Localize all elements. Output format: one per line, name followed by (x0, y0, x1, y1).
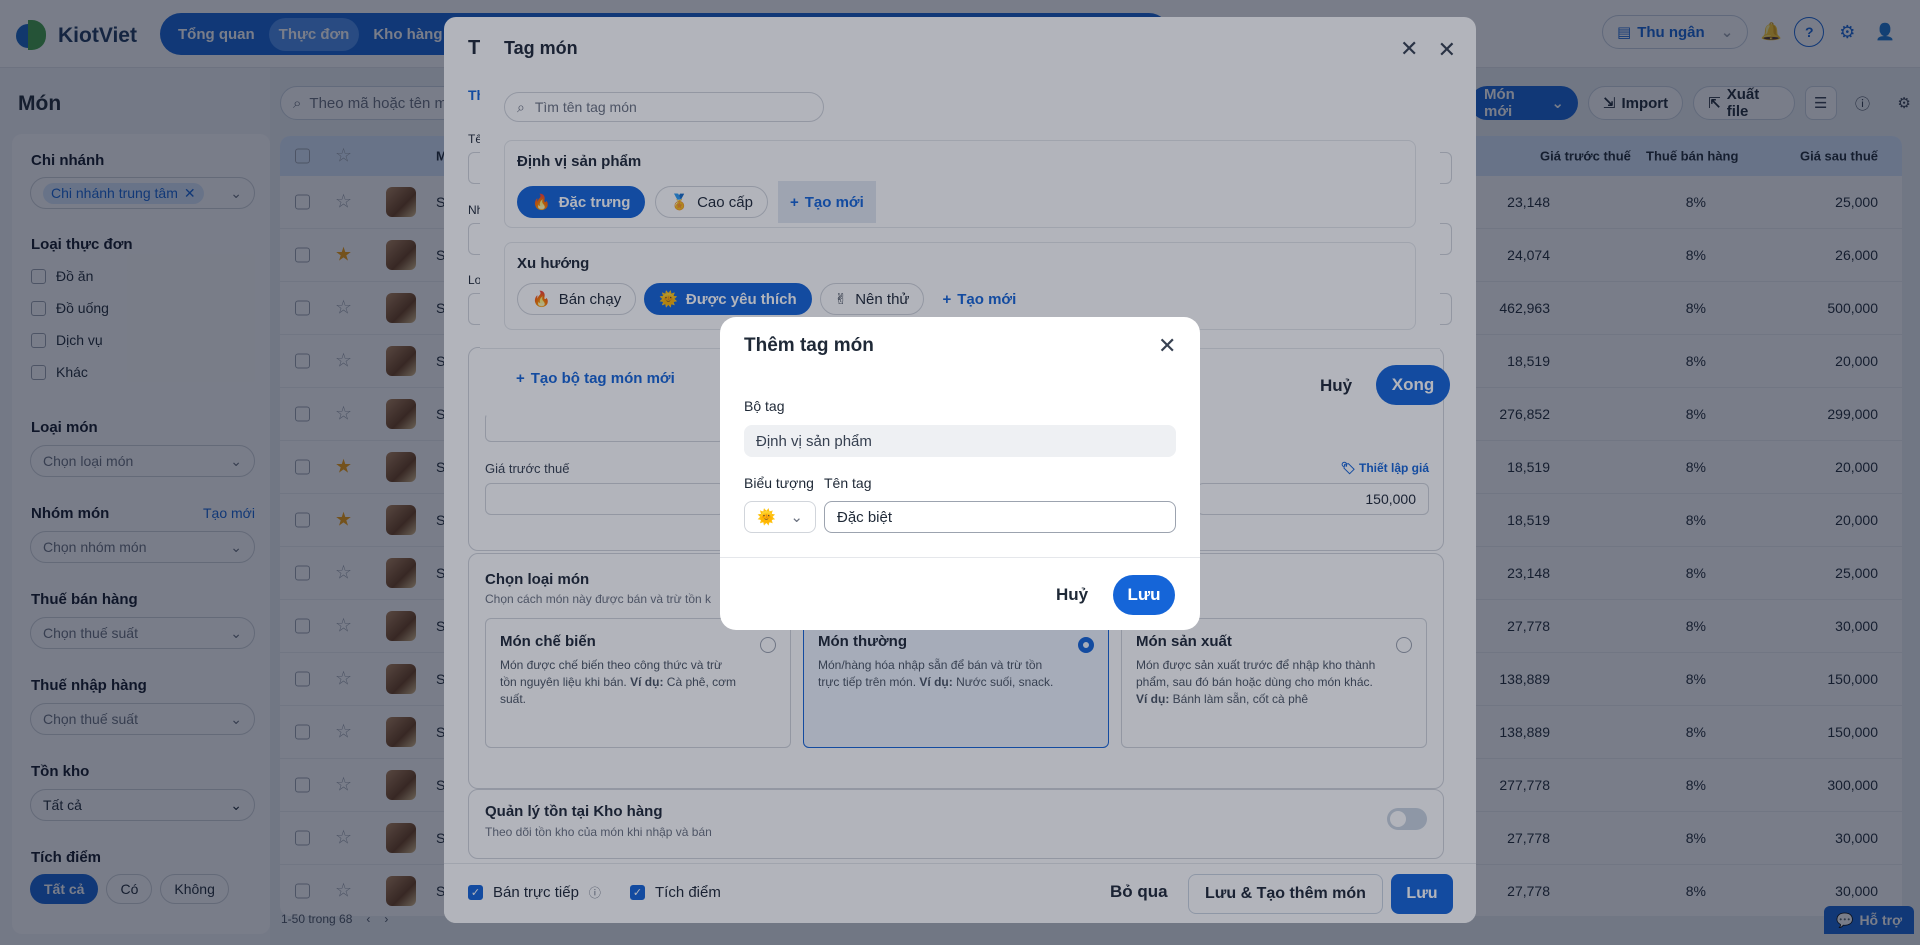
tag-set-value: Định vị sản phẩm (756, 432, 872, 450)
chevron-down-icon: ⌄ (790, 509, 803, 526)
tag-name-value: Đặc biệt (837, 508, 893, 526)
icon-label: Biểu tượng (744, 475, 814, 491)
divider (720, 557, 1200, 558)
add-tag-cancel-button[interactable]: Huỷ (1056, 585, 1088, 605)
add-tag-title: Thêm tag món (744, 335, 874, 356)
add-tag-save-button[interactable]: Lưu (1113, 575, 1175, 615)
sun-icon: 🌞 (757, 509, 776, 526)
icon-picker[interactable]: 🌞 ⌄ (744, 501, 816, 533)
tag-set-label: Bộ tag (744, 398, 785, 414)
tag-name-input[interactable]: Đặc biệt (824, 501, 1176, 533)
tag-name-label: Tên tag (824, 475, 872, 491)
add-tag-modal: Thêm tag món ✕ Bộ tag Định vị sản phẩm B… (720, 317, 1200, 630)
close-icon[interactable]: ✕ (1158, 335, 1176, 357)
tag-set-field: Định vị sản phẩm (744, 425, 1176, 457)
